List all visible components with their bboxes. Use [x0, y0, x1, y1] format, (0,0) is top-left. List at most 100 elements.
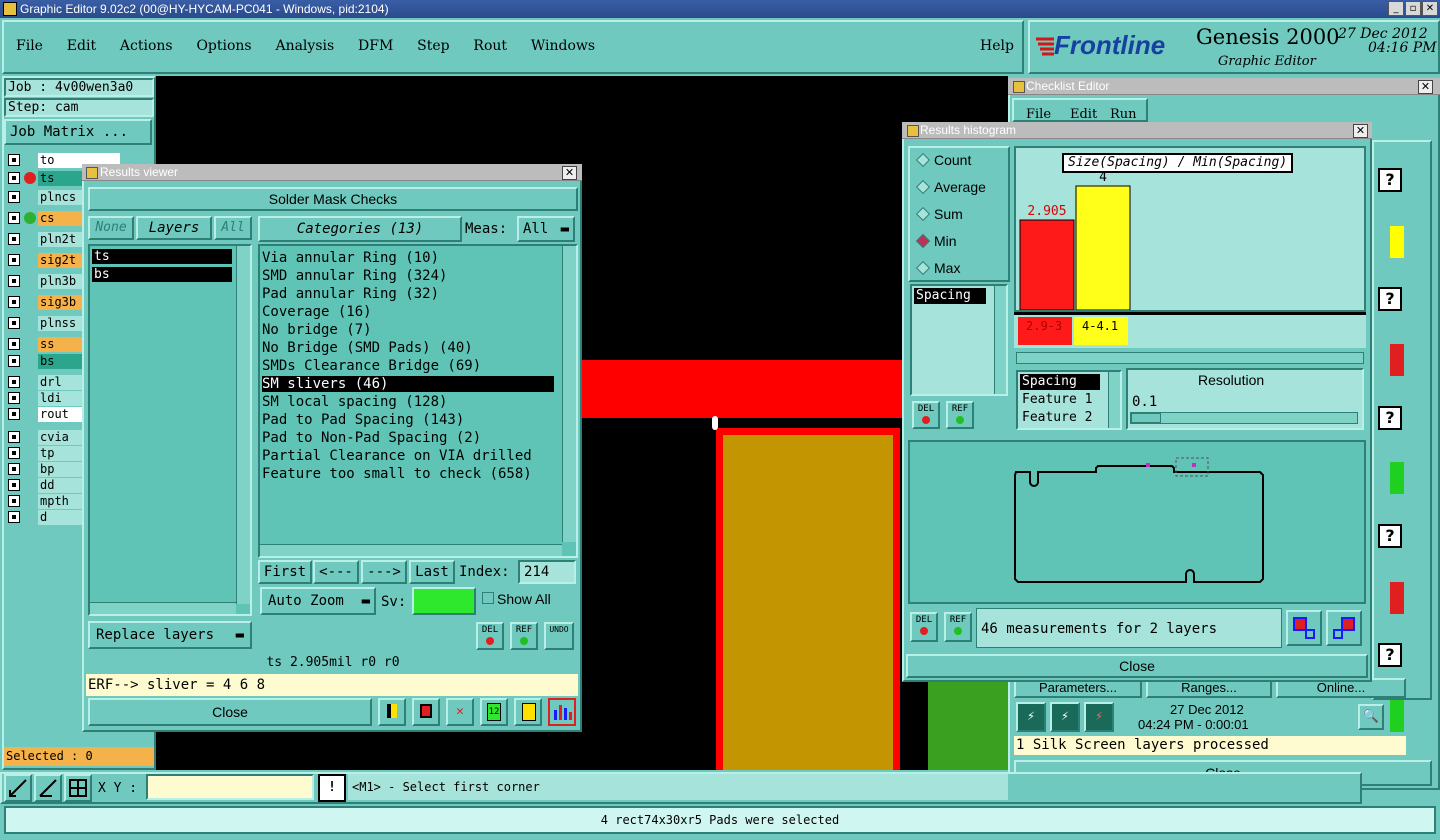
layer-checkbox[interactable]: [8, 376, 20, 388]
layer-checkbox[interactable]: [8, 495, 20, 507]
alert-icon[interactable]: !: [318, 774, 346, 802]
layers-hscrollbar[interactable]: [90, 602, 236, 614]
menu-help[interactable]: Help: [980, 38, 1014, 54]
field-list[interactable]: Spacing Feature 1 Feature 2: [1016, 370, 1122, 430]
replace-layers-button[interactable]: Replace layers ▬: [88, 621, 252, 649]
field-feature-2[interactable]: Feature 2: [1020, 410, 1092, 426]
category-item[interactable]: SM slivers (46): [262, 376, 554, 392]
mode-radio-count[interactable]: Count: [914, 152, 971, 168]
grid-snap-icon[interactable]: [64, 774, 92, 802]
mode-radio-min[interactable]: Min: [914, 233, 957, 249]
menu-edit[interactable]: Edit: [67, 38, 96, 54]
run-error-button[interactable]: ⚡: [1084, 702, 1114, 732]
hist-close-button[interactable]: Close: [906, 654, 1368, 678]
categories-scrollbar[interactable]: [562, 246, 576, 542]
category-item[interactable]: Via annular Ring (10): [262, 250, 439, 266]
categories-listbox[interactable]: Via annular Ring (10) SMD annular Ring (3…: [258, 244, 578, 558]
layer-checkbox[interactable]: [8, 254, 20, 266]
menu-options[interactable]: Options: [196, 38, 251, 54]
category-item[interactable]: Coverage (16): [262, 304, 372, 320]
categories-button[interactable]: Categories (13): [258, 216, 462, 242]
category-item[interactable]: SM local spacing (128): [262, 394, 447, 410]
menu-rout[interactable]: Rout: [473, 38, 507, 54]
layer-checkbox[interactable]: [8, 479, 20, 491]
close-app-button[interactable]: ✕: [1422, 1, 1438, 16]
layer-checkbox[interactable]: [8, 338, 20, 350]
run-all-button[interactable]: ⚡: [1016, 702, 1046, 732]
menu-file[interactable]: File: [16, 38, 43, 54]
field-feature-1[interactable]: Feature 1: [1020, 392, 1092, 408]
menu-analysis[interactable]: Analysis: [275, 38, 334, 54]
minimize-button[interactable]: _: [1388, 1, 1404, 16]
rv-del-button[interactable]: DEL: [476, 622, 504, 650]
resolution-slider[interactable]: [1130, 412, 1358, 424]
help-icon[interactable]: ?: [1378, 524, 1402, 548]
layer-checkbox[interactable]: [8, 355, 20, 367]
measurement-item-spacing[interactable]: Spacing: [914, 288, 986, 304]
layer-checkbox[interactable]: [8, 275, 20, 287]
zoom-fit-icon[interactable]: [4, 774, 32, 802]
layer-item-ts[interactable]: ts: [92, 249, 232, 264]
xy-input[interactable]: [146, 774, 314, 800]
category-item[interactable]: Feature too small to check (658): [262, 466, 532, 482]
rv-ref-button[interactable]: REF: [510, 622, 538, 650]
measure-icon[interactable]: [34, 774, 62, 802]
help-icon[interactable]: ?: [1378, 287, 1402, 311]
category-item[interactable]: SMD annular Ring (324): [262, 268, 447, 284]
zoom-icon[interactable]: 🔍: [1358, 704, 1384, 730]
layers-button[interactable]: Layers: [136, 216, 212, 240]
report-tool-button[interactable]: [514, 698, 542, 726]
checklist-menu-file[interactable]: File: [1026, 107, 1051, 122]
next-button[interactable]: --->: [361, 560, 407, 584]
layer-checkbox[interactable]: [8, 463, 20, 475]
histogram-bar[interactable]: [1075, 185, 1131, 310]
menu-windows[interactable]: Windows: [531, 38, 595, 54]
mode-radio-average[interactable]: Average: [914, 179, 986, 195]
job-matrix-button[interactable]: Job Matrix ...: [4, 119, 152, 145]
mode-radio-sum[interactable]: Sum: [914, 206, 963, 222]
field-spacing[interactable]: Spacing: [1020, 374, 1100, 390]
hist-ref-button[interactable]: REF: [944, 612, 972, 642]
meas-select[interactable]: All ▬: [517, 216, 575, 242]
export-right-icon[interactable]: [1326, 610, 1362, 646]
layer-checkbox[interactable]: [8, 191, 20, 203]
menu-step[interactable]: Step: [417, 38, 449, 54]
checklist-menu-run[interactable]: Run: [1110, 107, 1137, 122]
categories-hscrollbar[interactable]: [260, 544, 562, 556]
measurement-list[interactable]: Spacing: [910, 284, 1008, 396]
index-input[interactable]: 214: [518, 560, 576, 584]
hist-list-ref-button[interactable]: REF: [946, 401, 974, 429]
layers-listbox[interactable]: ts bs: [88, 244, 252, 616]
rv-undo-button[interactable]: UNDO: [544, 622, 574, 650]
layers-scrollbar[interactable]: [236, 246, 250, 604]
layer-checkbox[interactable]: [8, 296, 20, 308]
auto-zoom-select[interactable]: Auto Zoom ▬: [260, 587, 376, 615]
show-all-checkbox[interactable]: [482, 592, 494, 604]
layer-checkbox[interactable]: [8, 431, 20, 443]
checklist-close-icon[interactable]: ✕: [1418, 80, 1433, 94]
histogram-tool-button[interactable]: [548, 698, 576, 726]
hist-del-button[interactable]: DEL: [910, 612, 938, 642]
number-tool-button[interactable]: 12: [480, 698, 508, 726]
layer-item-bs[interactable]: bs: [92, 267, 232, 282]
category-item[interactable]: No bridge (7): [262, 322, 372, 338]
erase-tool-button[interactable]: ✕: [446, 698, 474, 726]
category-item[interactable]: No Bridge (SMD Pads) (40): [262, 340, 473, 356]
hist-list-del-button[interactable]: DEL: [912, 401, 940, 429]
prev-button[interactable]: <---: [313, 560, 359, 584]
help-icon[interactable]: ?: [1378, 168, 1402, 192]
layer-checkbox[interactable]: [8, 392, 20, 404]
none-button[interactable]: None: [88, 216, 134, 240]
category-item[interactable]: SMDs Clearance Bridge (69): [262, 358, 481, 374]
all-layers-button[interactable]: All: [214, 216, 252, 240]
first-button[interactable]: First: [258, 560, 312, 584]
layer-checkbox[interactable]: [8, 233, 20, 245]
results-viewer-close-icon[interactable]: ✕: [562, 166, 577, 180]
mode-radio-max[interactable]: Max: [914, 260, 960, 276]
histogram-hscrollbar[interactable]: [1016, 352, 1364, 364]
resolution-slider-thumb[interactable]: [1131, 413, 1161, 423]
menu-actions[interactable]: Actions: [120, 38, 173, 54]
category-item[interactable]: Pad to Non-Pad Spacing (2): [262, 430, 481, 446]
rv-close-button[interactable]: Close: [88, 698, 372, 726]
maximize-button[interactable]: ▫: [1405, 1, 1421, 16]
